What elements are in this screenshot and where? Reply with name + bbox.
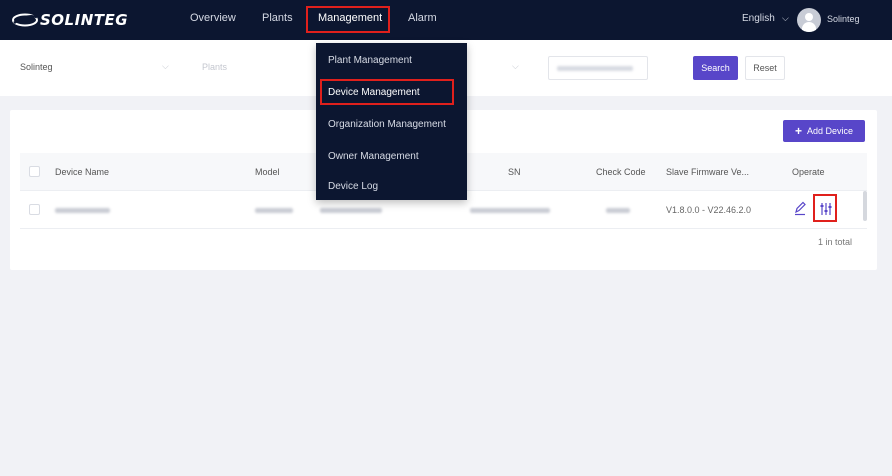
menu-item-organization-management[interactable]: Organization Management	[328, 119, 446, 130]
sliders-icon[interactable]	[813, 194, 837, 222]
menu-item-owner-management[interactable]: Owner Management	[328, 151, 419, 162]
organization-select-value: Solinteg	[20, 62, 53, 72]
reset-button[interactable]: Reset	[745, 56, 785, 80]
avatar-body	[802, 22, 816, 32]
column-sn[interactable]: SN	[508, 167, 521, 177]
column-check-code[interactable]: Check Code	[596, 167, 646, 177]
redacted-model	[255, 208, 293, 213]
column-model[interactable]: Model	[255, 167, 280, 177]
add-device-label: Add Device	[806, 126, 854, 136]
search-input[interactable]	[548, 56, 648, 80]
search-button[interactable]: Search	[693, 56, 738, 80]
top-nav-bar: SOLINTEG Overview Plants Management Alar…	[0, 0, 892, 40]
avatar[interactable]	[797, 8, 821, 32]
select-all-checkbox[interactable]	[29, 166, 40, 177]
plus-icon: +	[794, 124, 802, 138]
plants-select-placeholder: Plants	[202, 62, 228, 72]
row-checkbox[interactable]	[29, 204, 40, 215]
logo-swoosh-icon	[12, 13, 38, 27]
add-device-button[interactable]: + Add Device	[783, 120, 865, 142]
nav-overview[interactable]: Overview	[190, 12, 236, 24]
status-select[interactable]: ⌵	[470, 56, 530, 80]
column-operate: Operate	[792, 167, 825, 177]
firmware-version: V1.8.0.0 - V22.46.2.0	[666, 205, 752, 215]
brand-name: SOLINTEG	[40, 11, 129, 29]
chevron-down-icon[interactable]: ⌵	[782, 13, 789, 24]
column-slave-firmware[interactable]: Slave Firmware Ve...	[666, 167, 749, 177]
table-scrollbar[interactable]	[863, 191, 867, 221]
chevron-down-icon: ⌵	[162, 61, 169, 71]
redacted-text	[557, 66, 633, 71]
chevron-down-icon: ⌵	[512, 61, 519, 71]
plants-select[interactable]: Plants	[198, 56, 316, 80]
management-highlight-box	[306, 6, 390, 33]
organization-select[interactable]: Solinteg ⌵	[16, 56, 182, 80]
nav-alarm[interactable]: Alarm	[408, 12, 437, 24]
nav-plants[interactable]: Plants	[262, 12, 293, 24]
management-dropdown-menu: Plant Management Device Management Organ…	[316, 43, 467, 200]
menu-item-plant-management[interactable]: Plant Management	[328, 55, 412, 66]
column-device-name[interactable]: Device Name	[55, 167, 109, 177]
redacted-device-name	[55, 208, 110, 213]
pagination-total: 1 in total	[818, 237, 853, 247]
language-selector[interactable]: English	[742, 13, 775, 24]
username[interactable]: Solinteg	[827, 14, 860, 24]
redacted-check-code	[606, 208, 630, 213]
device-management-highlight-box	[320, 79, 454, 105]
avatar-head	[805, 13, 813, 21]
redacted-sn	[470, 208, 550, 213]
menu-item-device-log[interactable]: Device Log	[328, 181, 378, 192]
redacted-owner	[320, 208, 382, 213]
brand-logo[interactable]: SOLINTEG	[12, 9, 128, 31]
pencil-icon[interactable]	[793, 199, 807, 217]
